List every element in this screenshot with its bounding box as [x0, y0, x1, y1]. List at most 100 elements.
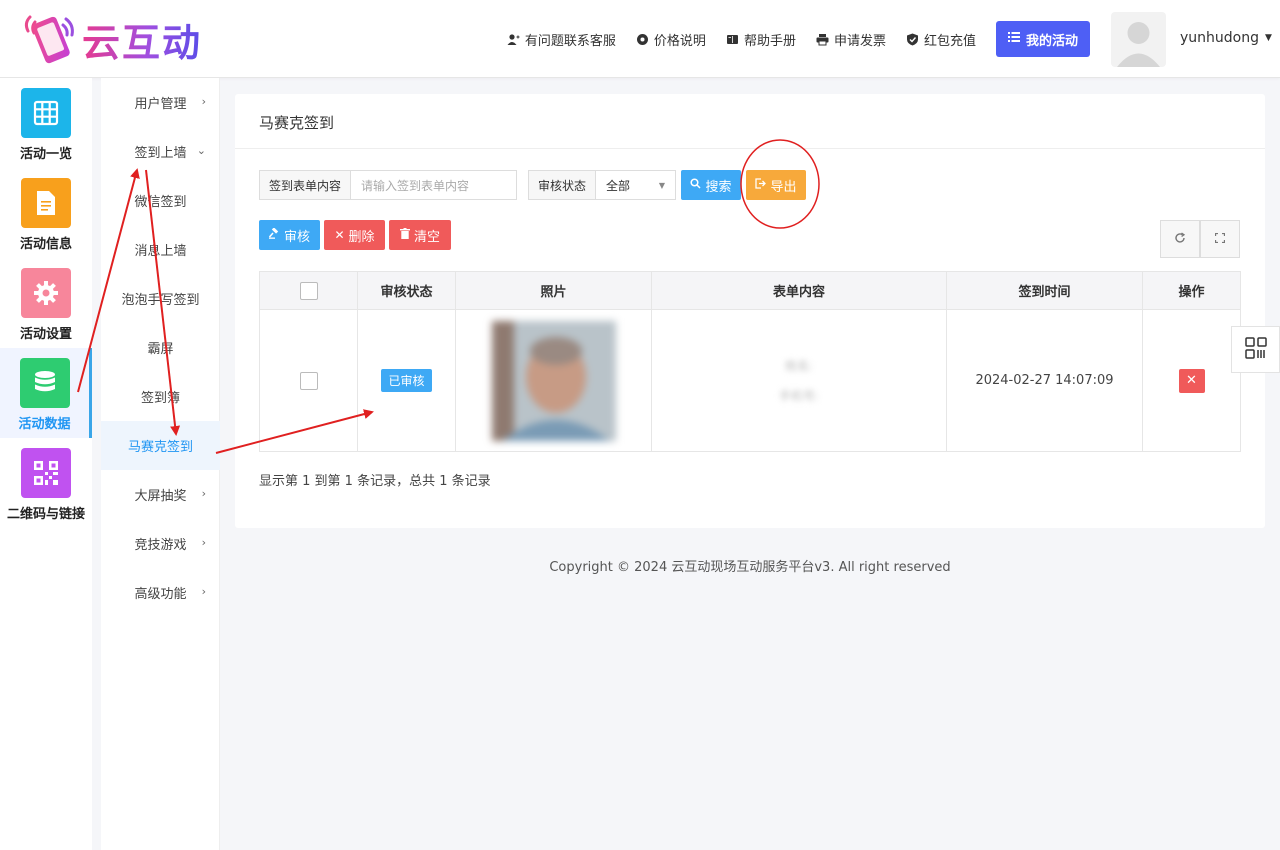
avatar[interactable] [1111, 12, 1166, 67]
submenu-label: 马赛克签到 [127, 440, 193, 455]
list-icon [1007, 31, 1020, 47]
row-select-cell [260, 310, 358, 451]
sidebar-item-activity-data[interactable]: 活动数据 [0, 348, 92, 438]
sidebar-item-activity-settings[interactable]: 活动设置 [0, 258, 92, 348]
column-header: 照片 [456, 272, 652, 309]
user-menu[interactable]: yunhudong ▼ [1180, 30, 1272, 46]
submenu-item-screen-takeover[interactable]: 霸屏 [101, 323, 220, 372]
submenu-label: 用户管理 [134, 97, 187, 112]
refresh-icon [1174, 231, 1186, 247]
sidebar-item-activity-info[interactable]: 活动信息 [0, 168, 92, 258]
document-icon [21, 178, 71, 228]
chevron-right-icon: › [201, 95, 206, 108]
sidebar-item-qrcode-links[interactable]: 二维码与链接 [0, 438, 92, 528]
nav-help-manual[interactable]: 帮助手册 [726, 30, 796, 49]
status-filter-label: 审核状态 [528, 170, 597, 200]
status-select-value: 全部 [606, 178, 631, 193]
row-delete-button[interactable]: ✕ [1178, 368, 1205, 393]
content-card: 马赛克签到 签到表单内容 请输入签到表单内容 审核状态 全部 ▼ 搜索 导出 审… [235, 94, 1265, 528]
gear-badge-icon [636, 33, 649, 46]
submenu-item-big-screen-lottery[interactable]: 大屏抽奖 › [101, 470, 220, 519]
username: yunhudong [1180, 30, 1259, 46]
gear-icon [21, 268, 71, 318]
my-activity-button[interactable]: 我的活动 [995, 21, 1090, 57]
printer-icon [816, 33, 829, 46]
column-header: 签到时间 [947, 272, 1143, 309]
submenu-label: 消息上墙 [134, 244, 187, 259]
submenu-label: 签到上墙 [134, 146, 187, 161]
caret-down-icon: ▼ [658, 180, 666, 190]
nav-contact-support[interactable]: 有问题联系客服 [507, 30, 616, 49]
submenu-label: 签到簿 [140, 391, 180, 406]
sidebar-label: 活动设置 [19, 327, 72, 342]
nav-recharge[interactable]: 红包充值 [906, 30, 976, 49]
export-button-label: 导出 [770, 179, 797, 195]
signin-time-cell: 2024-02-27 14:07:09 [947, 310, 1143, 451]
nav-pricing-label: 价格说明 [653, 33, 706, 49]
nav-pricing[interactable]: 价格说明 [636, 30, 706, 49]
qrcode-icon [21, 448, 71, 498]
close-icon: ✕ [1186, 373, 1197, 388]
pagination-info: 显示第 1 到第 1 条记录，总共 1 条记录 [259, 474, 491, 489]
refresh-button[interactable] [1160, 220, 1200, 258]
submenu-label: 大屏抽奖 [134, 489, 187, 504]
main-sidebar: 活动一览 活动信息 活动设置 活动数据 二维码与链接 [0, 78, 92, 850]
chevron-right-icon: › [201, 536, 206, 549]
brand-logo[interactable]: 云互动 [22, 10, 202, 68]
export-button[interactable]: 导出 [746, 170, 806, 200]
submenu-item-user-management[interactable]: 用户管理 › [101, 78, 220, 127]
row-checkbox[interactable] [299, 371, 318, 390]
close-icon: ✕ [334, 228, 345, 242]
user-photo[interactable] [491, 320, 616, 441]
floating-qrcode-button[interactable] [1231, 326, 1280, 373]
form-name-line: 姓名: [784, 358, 814, 373]
chevron-right-icon: › [201, 585, 206, 598]
table-row: 已审核 姓名: 手机号: 2024-02-27 14:07:09 ✕ [260, 310, 1240, 451]
delete-button-label: 删除 [348, 229, 375, 245]
export-icon [755, 177, 767, 193]
column-header: 表单内容 [652, 272, 947, 309]
divider [235, 148, 1265, 149]
search-button-label: 搜索 [705, 179, 732, 195]
status-badge: 已审核 [381, 369, 432, 392]
clear-button[interactable]: 清空 [389, 220, 451, 250]
chevron-down-icon: ⌄ [196, 144, 206, 157]
select-all-checkbox[interactable] [299, 281, 318, 300]
nav-invoice[interactable]: 申请发票 [816, 30, 886, 49]
submenu-label: 泡泡手写签到 [121, 293, 200, 308]
search-button[interactable]: 搜索 [681, 170, 741, 200]
sidebar-label: 活动数据 [18, 417, 71, 432]
photo-cell [456, 310, 652, 451]
sidebar-label: 活动信息 [19, 237, 72, 252]
submenu-item-mosaic-signin[interactable]: 马赛克签到 [101, 421, 220, 470]
clear-button-label: 清空 [413, 229, 440, 245]
delete-button[interactable]: ✕ 删除 [324, 220, 385, 250]
header-select-all-cell [260, 272, 358, 309]
chevron-right-icon: › [201, 487, 206, 500]
status-select[interactable]: 全部 ▼ [596, 170, 677, 200]
column-header: 审核状态 [358, 272, 456, 309]
page-title: 马赛克签到 [259, 114, 335, 132]
table-header: 审核状态 照片 表单内容 签到时间 操作 [260, 272, 1240, 310]
nav-invoice-label: 申请发票 [833, 33, 886, 49]
submenu-item-wechat-signin[interactable]: 微信签到 [101, 176, 220, 225]
approve-button[interactable]: 审核 [259, 220, 320, 250]
sidebar-item-activity-overview[interactable]: 活动一览 [0, 78, 92, 168]
form-content-filter: 签到表单内容 请输入签到表单内容 [259, 170, 518, 200]
submenu-label: 高级功能 [134, 587, 187, 602]
status-cell: 已审核 [358, 310, 456, 451]
submenu-item-signin-book[interactable]: 签到簿 [101, 372, 220, 421]
submenu-item-bubble-handwriting[interactable]: 泡泡手写签到 [101, 274, 220, 323]
sub-menu: 用户管理 › 签到上墙 ⌄ 微信签到 消息上墙 泡泡手写签到 霸屏 签到簿 马赛克签… [101, 78, 220, 850]
form-content-input[interactable]: 请输入签到表单内容 [351, 170, 518, 200]
fullscreen-button[interactable] [1200, 220, 1240, 258]
database-icon [19, 358, 70, 408]
brand-name: 云互动 [82, 12, 202, 67]
gavel-icon [268, 226, 280, 243]
submenu-item-signin-wall[interactable]: 签到上墙 ⌄ [101, 127, 220, 176]
action-cell: ✕ [1143, 310, 1240, 451]
submenu-item-advanced-features[interactable]: 高级功能 › [101, 568, 220, 617]
form-phone-line: 手机号: [778, 388, 820, 403]
submenu-item-message-wall[interactable]: 消息上墙 [101, 225, 220, 274]
top-header: 云互动 有问题联系客服 价格说明 帮助手册 申请发票 红包充值 我的活动 yun… [0, 0, 1280, 78]
